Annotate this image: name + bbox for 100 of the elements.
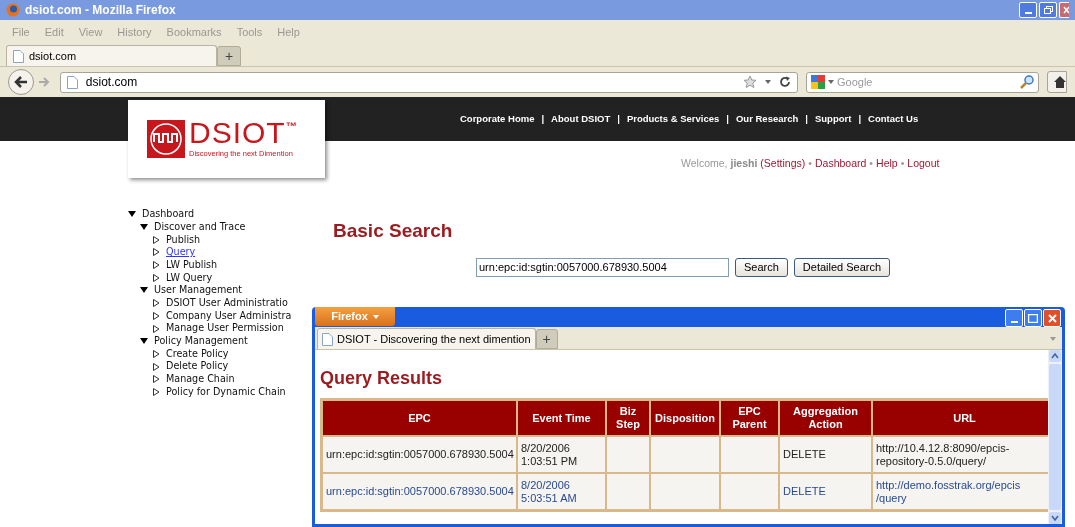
reload-icon[interactable] [778,76,791,88]
column-header: EPC Parent [721,401,778,435]
settings-link[interactable]: (Settings) [760,156,806,172]
tree-item[interactable]: LW Publish [166,257,218,273]
tree-item[interactable]: LW Query [166,270,213,285]
scroll-thumb[interactable] [1049,364,1061,510]
table-cell[interactable] [651,474,719,509]
close-button[interactable] [1043,309,1061,327]
restore-button[interactable] [1039,2,1057,18]
header-link[interactable]: Dashboard [815,156,867,172]
search-field[interactable]: Google [805,71,1040,93]
collapsed-triangle-icon[interactable] [152,299,160,308]
tree-item[interactable]: Manage User Permission [166,321,284,336]
tree-item[interactable]: Delete Policy [166,359,229,374]
nav-separator: | [617,111,620,126]
close-icon [1063,6,1069,14]
header-link[interactable]: Logout [907,156,940,172]
expanded-triangle-icon[interactable] [140,286,148,295]
collapsed-triangle-icon[interactable] [152,362,160,371]
table-cell[interactable]: DELETE [780,474,871,509]
tree-item[interactable]: Company User Administra [166,308,292,324]
scroll-down-icon[interactable] [1049,512,1061,524]
star-icon[interactable] [742,75,757,89]
expanded-triangle-icon[interactable] [140,337,148,346]
tree-item[interactable]: Publish [166,232,201,247]
results-heading: Query Results [320,368,444,388]
nav-link[interactable]: Products & Services [626,111,720,127]
page-icon [66,75,78,89]
collapsed-triangle-icon[interactable] [152,248,160,257]
nav-link[interactable]: Contact Us [868,111,919,127]
tree-item[interactable]: Policy for Dynamic Chain [166,384,286,400]
collapsed-triangle-icon[interactable] [152,324,160,333]
collapsed-triangle-icon[interactable] [152,261,160,270]
tree-item[interactable]: Discover and Trace [154,219,246,235]
collapsed-triangle-icon[interactable] [152,349,160,358]
search-button[interactable]: Search [735,257,788,277]
collapsed-triangle-icon[interactable] [152,375,160,384]
collapsed-triangle-icon[interactable] [152,273,160,282]
nav-link[interactable]: About DSIOT [551,111,611,127]
dropdown-caret-icon[interactable] [764,80,771,84]
search-engine-icon[interactable] [810,75,825,89]
nav-link[interactable]: Corporate Home [460,111,535,127]
table-cell[interactable] [721,474,778,509]
tree-item[interactable]: Create Policy [166,346,229,362]
header-link[interactable]: Help [876,156,898,172]
column-header: Disposition [651,401,719,435]
table-cell: 8/20/2006 1:03:51 PM [518,437,605,472]
close-button[interactable] [1059,2,1069,18]
nav-link[interactable]: Our Research [735,111,799,127]
nav-separator: | [805,111,808,126]
column-header: EPC [323,401,516,435]
scroll-up-icon[interactable] [1049,350,1061,362]
new-tab-button[interactable]: + [535,329,558,349]
tree-item[interactable]: DSIOT User Administratio [166,295,288,311]
search-input[interactable]: Google [836,73,1018,91]
tab-label: DSIOT - Discovering the next dimention [337,331,531,347]
column-header: Biz Step [607,401,649,435]
home-button[interactable] [1047,71,1067,93]
maximize-button[interactable] [1024,309,1042,327]
tree-item[interactable]: Dashboard [142,207,195,222]
nav-separator: | [541,111,545,126]
tree-item[interactable]: User Management [154,283,243,298]
close-icon [1047,313,1057,323]
minimize-icon [1010,321,1018,323]
expanded-triangle-icon[interactable] [140,223,148,232]
tab-label: dsiot.com [29,48,77,64]
logo-icon [147,120,185,158]
table-cell[interactable] [607,474,649,509]
search-icon[interactable] [1020,75,1035,89]
address-field[interactable]: dsiot.com [59,71,798,93]
table-cell[interactable]: urn:epc:id:sgtin:0057000.678930.5004 [323,474,516,509]
home-icon [1054,76,1066,88]
minimize-button[interactable] [1019,2,1037,18]
expanded-triangle-icon[interactable] [128,210,136,219]
tree-item[interactable]: Manage Chain [166,372,235,387]
back-button[interactable] [8,69,34,95]
browser-tab[interactable]: dsiot.com [6,45,217,66]
nav-separator: | [858,111,862,126]
nav-separator: | [726,111,729,126]
table-cell[interactable]: 8/20/2006 5:03:51 AM [518,474,605,509]
search-button[interactable]: Detailed Search [793,257,891,277]
minimize-button[interactable] [1005,309,1023,327]
collapsed-triangle-icon[interactable] [152,387,160,396]
link-separator: • [808,156,812,172]
page-heading: Basic Search [333,221,454,241]
scrollbar[interactable] [1048,350,1062,524]
caret-icon [372,314,379,319]
tree-item[interactable]: Query [166,245,196,260]
browser-tab[interactable]: DSIOT - Discovering the next dimention [317,328,536,349]
username: jieshi [730,156,758,172]
collapsed-triangle-icon[interactable] [152,235,160,244]
collapsed-triangle-icon[interactable] [152,311,160,320]
column-header: Aggregation Action [780,401,871,435]
tree-item[interactable]: Policy Management [154,334,248,349]
new-tab-button[interactable]: + [217,46,241,66]
nav-link[interactable]: Support [814,111,852,127]
welcome-text: Welcome, [681,156,728,172]
page-icon [322,332,333,346]
epc-search-field[interactable]: urn:epc:id:sgtin:0057000.678930.5004 [476,257,729,277]
dropdown-caret-icon[interactable] [827,80,834,84]
